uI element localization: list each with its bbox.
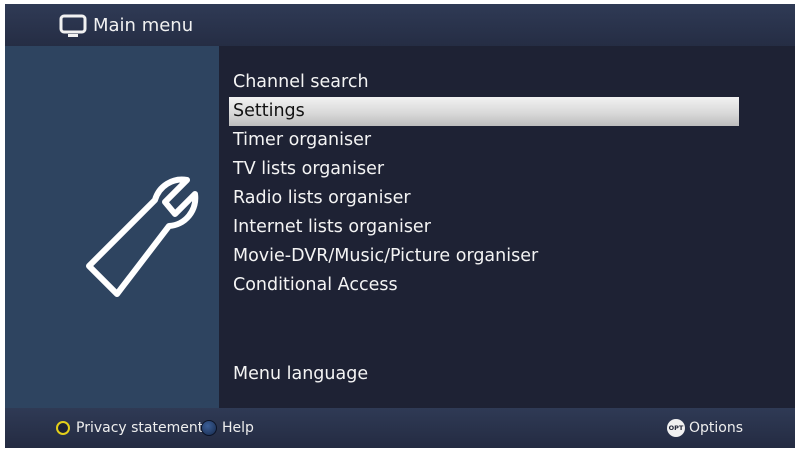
menu-item-conditional-access[interactable]: Conditional Access — [229, 271, 739, 300]
wrench-icon — [69, 162, 199, 302]
help-label: Help — [222, 420, 254, 436]
page-title: Main menu — [93, 15, 194, 36]
menu-item-menu-language[interactable]: Menu language — [233, 360, 368, 389]
footer-bar: Privacy statement Help OPT Options — [5, 408, 795, 448]
menu-item-tv-lists-organiser[interactable]: TV lists organiser — [229, 155, 739, 184]
privacy-statement-label: Privacy statement — [76, 420, 204, 436]
options-button[interactable]: OPT Options — [667, 419, 743, 437]
help-button[interactable]: Help — [201, 419, 254, 437]
blue-key-icon — [201, 420, 217, 436]
main-menu-list: Channel search Settings Timer organiser TV … — [229, 68, 739, 300]
tv-main-menu-screen: Main menu Channel search Settings Timer or… — [5, 4, 795, 448]
header-bar: Main menu — [5, 4, 795, 46]
opt-key-icon: OPT — [667, 419, 685, 437]
menu-item-settings[interactable]: Settings — [229, 97, 739, 126]
options-label: Options — [689, 420, 744, 436]
menu-item-internet-lists-organiser[interactable]: Internet lists organiser — [229, 213, 739, 242]
menu-item-channel-search[interactable]: Channel search — [229, 68, 739, 97]
privacy-statement-button[interactable]: Privacy statement — [56, 419, 203, 437]
menu-item-timer-organiser[interactable]: Timer organiser — [229, 126, 739, 155]
left-panel — [5, 46, 219, 408]
menu-item-movie-dvr-music-picture-organiser[interactable]: Movie-DVR/Music/Picture organiser — [229, 242, 739, 271]
yellow-key-icon — [56, 421, 70, 435]
menu-item-radio-lists-organiser[interactable]: Radio lists organiser — [229, 184, 739, 213]
tv-icon — [59, 14, 87, 40]
